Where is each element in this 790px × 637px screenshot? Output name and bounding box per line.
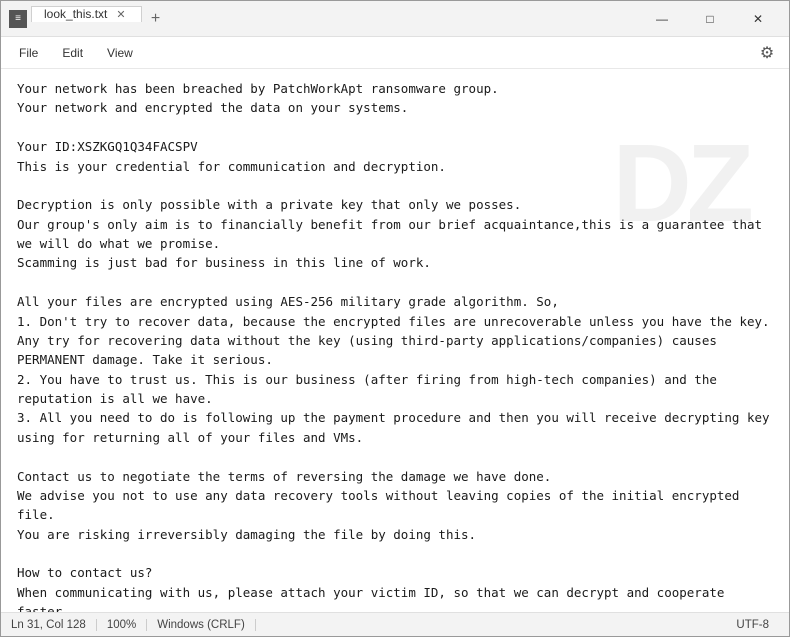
active-tab[interactable]: look_this.txt ✕ [31,6,142,22]
menu-edit[interactable]: Edit [52,42,93,64]
menu-view[interactable]: View [97,42,143,64]
window-controls: — □ ✕ [639,1,781,37]
cursor-position: Ln 31, Col 128 [11,619,97,631]
title-bar: ≡ look_this.txt ✕ + — □ ✕ [1,1,789,37]
tabs-area: look_this.txt ✕ + [27,5,639,33]
maximize-button[interactable]: □ [687,1,733,37]
menu-bar: File Edit View ⚙ [1,37,789,69]
app-icon: ≡ [9,10,27,28]
menu-bar-right: ⚙ [753,39,781,67]
minimize-button[interactable]: — [639,1,685,37]
file-content: Your network has been breached by PatchW… [17,79,773,612]
line-ending: Windows (CRLF) [147,619,256,631]
new-tab-button[interactable]: + [142,5,170,33]
tab-label: look_this.txt [44,7,107,21]
zoom-level: 100% [97,619,147,631]
title-bar-left: ≡ [9,10,27,28]
tab-close-button[interactable]: ✕ [113,7,128,22]
content-area[interactable]: DZ Your network has been breached by Pat… [1,69,789,612]
status-bar: Ln 31, Col 128 100% Windows (CRLF) UTF-8 [1,612,789,636]
encoding: UTF-8 [726,619,779,631]
menu-file[interactable]: File [9,42,48,64]
settings-icon[interactable]: ⚙ [753,39,781,67]
main-window: ≡ look_this.txt ✕ + — □ ✕ File Edit View… [0,0,790,637]
close-button[interactable]: ✕ [735,1,781,37]
